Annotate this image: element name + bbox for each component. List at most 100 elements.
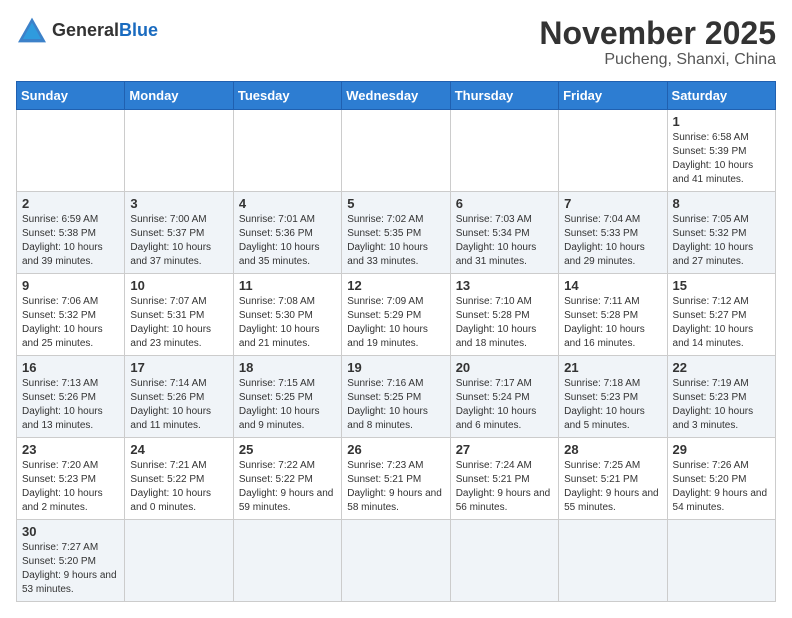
day-number: 10	[130, 278, 227, 293]
cell-info: Sunrise: 7:04 AM Sunset: 5:33 PM Dayligh…	[564, 213, 661, 269]
day-number: 19	[347, 360, 444, 375]
weekday-header-friday: Friday	[559, 82, 667, 110]
calendar-cell	[125, 110, 233, 192]
calendar-cell: 3 Sunrise: 7:00 AM Sunset: 5:37 PM Daylig…	[125, 192, 233, 274]
calendar-cell: 11 Sunrise: 7:08 AM Sunset: 5:30 PM Dayli…	[233, 274, 341, 356]
calendar-cell: 26 Sunrise: 7:23 AM Sunset: 5:21 PM Dayli…	[342, 438, 450, 520]
day-number: 15	[673, 278, 770, 293]
calendar-cell: 17Sunrise: 7:14 AM Sunset: 5:26 PM Dayli…	[125, 356, 233, 438]
cell-info: Sunrise: 7:10 AM Sunset: 5:28 PM Dayligh…	[456, 295, 553, 351]
day-number: 14	[564, 278, 661, 293]
calendar-cell	[233, 520, 341, 602]
day-number: 9	[22, 278, 119, 293]
calendar-cell: 22Sunrise: 7:19 AM Sunset: 5:23 PM Dayli…	[667, 356, 775, 438]
calendar-cell	[342, 110, 450, 192]
day-number: 12	[347, 278, 444, 293]
day-number: 30	[22, 524, 119, 539]
calendar-cell: 21Sunrise: 7:18 AM Sunset: 5:23 PM Dayli…	[559, 356, 667, 438]
day-number: 24	[130, 442, 227, 457]
calendar-cell: 28 Sunrise: 7:25 AM Sunset: 5:21 PM Dayli…	[559, 438, 667, 520]
day-number: 27	[456, 442, 553, 457]
cell-info: Sunrise: 7:09 AM Sunset: 5:29 PM Dayligh…	[347, 295, 444, 351]
logo: GeneralBlue	[16, 16, 158, 44]
calendar-cell: 2 Sunrise: 6:59 AM Sunset: 5:38 PM Daylig…	[17, 192, 125, 274]
cell-info: Sunrise: 7:05 AM Sunset: 5:32 PM Dayligh…	[673, 213, 770, 269]
calendar-week-row: 23Sunrise: 7:20 AM Sunset: 5:23 PM Dayli…	[17, 438, 776, 520]
cell-info: Sunrise: 7:11 AM Sunset: 5:28 PM Dayligh…	[564, 295, 661, 351]
weekday-header-thursday: Thursday	[450, 82, 558, 110]
cell-info: Sunrise: 7:02 AM Sunset: 5:35 PM Dayligh…	[347, 213, 444, 269]
calendar-cell	[17, 110, 125, 192]
calendar-cell: 7 Sunrise: 7:04 AM Sunset: 5:33 PM Daylig…	[559, 192, 667, 274]
day-number: 4	[239, 196, 336, 211]
calendar-cell	[125, 520, 233, 602]
cell-info: Sunrise: 7:26 AM Sunset: 5:20 PM Dayligh…	[673, 459, 770, 515]
calendar-week-row: 2 Sunrise: 6:59 AM Sunset: 5:38 PM Daylig…	[17, 192, 776, 274]
cell-info: Sunrise: 7:01 AM Sunset: 5:36 PM Dayligh…	[239, 213, 336, 269]
calendar-cell: 24 Sunrise: 7:21 AM Sunset: 5:22 PM Dayli…	[125, 438, 233, 520]
weekday-header-tuesday: Tuesday	[233, 82, 341, 110]
cell-info: Sunrise: 7:08 AM Sunset: 5:30 PM Dayligh…	[239, 295, 336, 351]
cell-info: Sunrise: 7:25 AM Sunset: 5:21 PM Dayligh…	[564, 459, 661, 515]
calendar-week-row: 9Sunrise: 7:06 AM Sunset: 5:32 PM Daylig…	[17, 274, 776, 356]
day-number: 11	[239, 278, 336, 293]
cell-info: Sunrise: 7:16 AM Sunset: 5:25 PM Dayligh…	[347, 377, 444, 433]
calendar-header-row: SundayMondayTuesdayWednesdayThursdayFrid…	[17, 82, 776, 110]
calendar-cell: 30 Sunrise: 7:27 AM Sunset: 5:20 PM Dayli…	[17, 520, 125, 602]
weekday-header-sunday: Sunday	[17, 82, 125, 110]
weekday-header-saturday: Saturday	[667, 82, 775, 110]
day-number: 13	[456, 278, 553, 293]
day-number: 18	[239, 360, 336, 375]
cell-info: Sunrise: 7:03 AM Sunset: 5:34 PM Dayligh…	[456, 213, 553, 269]
calendar-week-row: 30 Sunrise: 7:27 AM Sunset: 5:20 PM Dayli…	[17, 520, 776, 602]
day-number: 1	[673, 114, 770, 129]
title-block: November 2025 Pucheng, Shanxi, China	[539, 16, 776, 69]
day-number: 7	[564, 196, 661, 211]
calendar-cell: 19 Sunrise: 7:16 AM Sunset: 5:25 PM Dayli…	[342, 356, 450, 438]
calendar-cell: 16 Sunrise: 7:13 AM Sunset: 5:26 PM Dayli…	[17, 356, 125, 438]
day-number: 20	[456, 360, 553, 375]
cell-info: Sunrise: 7:07 AM Sunset: 5:31 PM Dayligh…	[130, 295, 227, 351]
calendar-cell: 20 Sunrise: 7:17 AM Sunset: 5:24 PM Dayli…	[450, 356, 558, 438]
calendar-week-row: 1 Sunrise: 6:58 AM Sunset: 5:39 PM Daylig…	[17, 110, 776, 192]
calendar-cell: 6 Sunrise: 7:03 AM Sunset: 5:34 PM Daylig…	[450, 192, 558, 274]
day-number: 23	[22, 442, 119, 457]
cell-info: Sunrise: 7:00 AM Sunset: 5:37 PM Dayligh…	[130, 213, 227, 269]
calendar-cell: 15 Sunrise: 7:12 AM Sunset: 5:27 PM Dayli…	[667, 274, 775, 356]
calendar-cell: 12 Sunrise: 7:09 AM Sunset: 5:29 PM Dayli…	[342, 274, 450, 356]
cell-info: Sunrise: 6:59 AM Sunset: 5:38 PM Dayligh…	[22, 213, 119, 269]
day-number: 22	[673, 360, 770, 375]
calendar-cell: 13 Sunrise: 7:10 AM Sunset: 5:28 PM Dayli…	[450, 274, 558, 356]
day-number: 2	[22, 196, 119, 211]
calendar-cell	[233, 110, 341, 192]
calendar-cell	[450, 110, 558, 192]
day-number: 3	[130, 196, 227, 211]
cell-info: Sunrise: 7:13 AM Sunset: 5:26 PM Dayligh…	[22, 377, 119, 433]
day-number: 17	[130, 360, 227, 375]
day-number: 6	[456, 196, 553, 211]
calendar-cell	[342, 520, 450, 602]
calendar-cell: 4 Sunrise: 7:01 AM Sunset: 5:36 PM Daylig…	[233, 192, 341, 274]
logo-text: GeneralBlue	[52, 20, 158, 41]
day-number: 28	[564, 442, 661, 457]
logo-icon	[16, 16, 48, 44]
day-number: 29	[673, 442, 770, 457]
calendar-cell	[667, 520, 775, 602]
cell-info: Sunrise: 7:18 AM Sunset: 5:23 PM Dayligh…	[564, 377, 661, 433]
calendar-cell: 25Sunrise: 7:22 AM Sunset: 5:22 PM Dayli…	[233, 438, 341, 520]
cell-info: Sunrise: 7:12 AM Sunset: 5:27 PM Dayligh…	[673, 295, 770, 351]
calendar-cell: 9Sunrise: 7:06 AM Sunset: 5:32 PM Daylig…	[17, 274, 125, 356]
calendar-cell	[450, 520, 558, 602]
calendar-cell: 29 Sunrise: 7:26 AM Sunset: 5:20 PM Dayli…	[667, 438, 775, 520]
cell-info: Sunrise: 7:27 AM Sunset: 5:20 PM Dayligh…	[22, 541, 119, 597]
calendar-table: SundayMondayTuesdayWednesdayThursdayFrid…	[16, 81, 776, 602]
cell-info: Sunrise: 7:17 AM Sunset: 5:24 PM Dayligh…	[456, 377, 553, 433]
cell-info: Sunrise: 7:21 AM Sunset: 5:22 PM Dayligh…	[130, 459, 227, 515]
cell-info: Sunrise: 6:58 AM Sunset: 5:39 PM Dayligh…	[673, 131, 770, 187]
day-number: 16	[22, 360, 119, 375]
calendar-cell: 23Sunrise: 7:20 AM Sunset: 5:23 PM Dayli…	[17, 438, 125, 520]
calendar-cell	[559, 520, 667, 602]
day-number: 26	[347, 442, 444, 457]
cell-info: Sunrise: 7:23 AM Sunset: 5:21 PM Dayligh…	[347, 459, 444, 515]
cell-info: Sunrise: 7:15 AM Sunset: 5:25 PM Dayligh…	[239, 377, 336, 433]
